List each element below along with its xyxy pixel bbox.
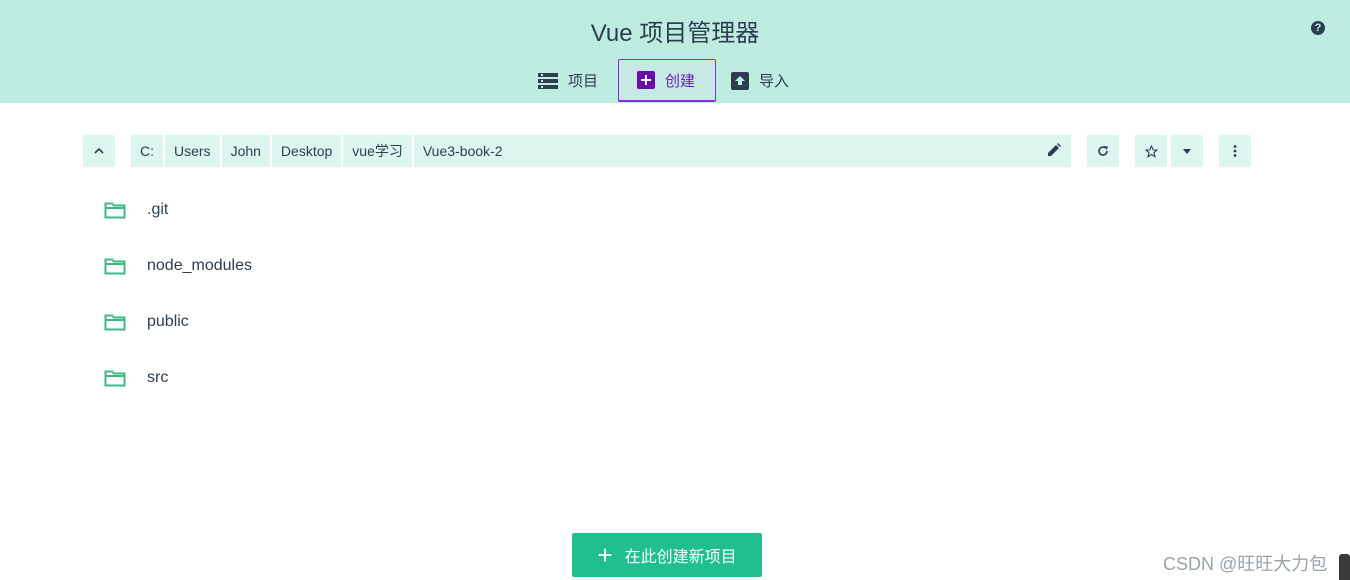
folder-up-button[interactable] bbox=[83, 135, 115, 167]
favorite-button[interactable] bbox=[1135, 135, 1167, 167]
tab-import-label: 导入 bbox=[759, 73, 790, 90]
folder-icon bbox=[104, 202, 126, 219]
folder-name: node_modules bbox=[147, 257, 252, 274]
tab-import[interactable]: 导入 bbox=[716, 59, 812, 102]
plus-box-icon bbox=[637, 71, 655, 89]
watermark: CSDN @旺旺大力包 bbox=[1163, 554, 1328, 574]
pencil-icon[interactable] bbox=[1047, 143, 1061, 162]
folder-name: .git bbox=[147, 201, 169, 218]
corner-decoration bbox=[1339, 554, 1350, 580]
list-item[interactable]: src bbox=[104, 350, 504, 406]
tab-projects[interactable]: 项目 bbox=[523, 59, 618, 102]
plus-icon: + bbox=[597, 540, 613, 570]
refresh-button[interactable] bbox=[1087, 135, 1119, 167]
chevron-up-icon bbox=[94, 148, 104, 154]
path-segment[interactable]: Users bbox=[165, 135, 222, 167]
path-segment[interactable]: C: bbox=[131, 135, 165, 167]
folder-icon bbox=[104, 314, 126, 331]
list-icon bbox=[538, 72, 558, 89]
path-segment[interactable]: Vue3-book-2 bbox=[414, 135, 512, 167]
path-segment[interactable]: vue学习 bbox=[343, 135, 414, 167]
list-item[interactable]: node_modules bbox=[104, 238, 504, 294]
help-icon[interactable]: ? bbox=[1311, 21, 1325, 35]
tab-create[interactable]: 创建 bbox=[618, 59, 716, 102]
refresh-icon bbox=[1098, 146, 1108, 156]
folder-icon bbox=[104, 370, 126, 387]
star-outline-icon bbox=[1144, 144, 1158, 158]
main-tabs: 项目 创建 导入 bbox=[523, 59, 812, 102]
path-segment[interactable]: John bbox=[222, 135, 272, 167]
favorites-dropdown-button[interactable] bbox=[1171, 135, 1203, 167]
folder-name: src bbox=[147, 369, 169, 386]
more-options-button[interactable] bbox=[1219, 135, 1251, 167]
path-breadcrumb: C: Users John Desktop vue学习 Vue3-book-2 bbox=[131, 135, 1071, 167]
caret-down-icon bbox=[1183, 148, 1191, 154]
folder-name: public bbox=[147, 313, 189, 330]
create-project-here-label: 在此创建新项目 bbox=[624, 549, 737, 566]
tab-create-label: 创建 bbox=[665, 72, 696, 90]
header-bar: Vue 项目管理器 ? 项目 创建 导入 bbox=[0, 0, 1350, 103]
list-item[interactable]: .git bbox=[104, 182, 504, 238]
path-segment[interactable]: Desktop bbox=[272, 135, 344, 167]
list-item[interactable]: public bbox=[104, 294, 504, 350]
create-project-here-button[interactable]: + 在此创建新项目 bbox=[572, 533, 762, 577]
folder-icon bbox=[104, 258, 126, 275]
import-icon bbox=[731, 71, 749, 90]
more-vertical-icon bbox=[1233, 145, 1237, 157]
page-title: Vue 项目管理器 bbox=[590, 20, 760, 47]
tab-projects-label: 项目 bbox=[568, 73, 599, 90]
